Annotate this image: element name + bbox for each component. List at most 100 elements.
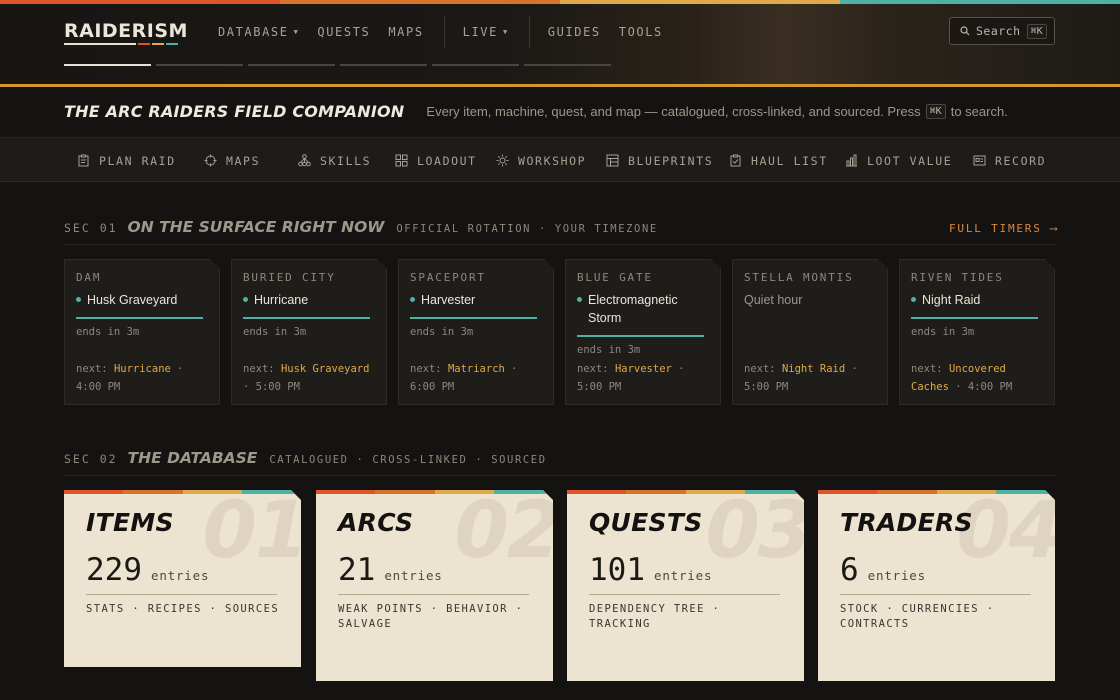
tool-loadout[interactable]: LOADOUT	[395, 138, 477, 183]
gear-sun-icon	[496, 154, 509, 167]
card-title: TRADERS	[840, 508, 973, 537]
status-dot	[76, 297, 81, 302]
tool-record[interactable]: RECORD	[973, 138, 1046, 183]
map-ends: ends in 3m	[410, 326, 474, 338]
nav-guides[interactable]: GUIDES	[548, 25, 601, 39]
card-title: ITEMS	[86, 508, 174, 537]
section-divider	[64, 475, 1055, 476]
next-event[interactable]: Matriarch	[448, 363, 505, 375]
slide-indicator[interactable]	[340, 64, 427, 66]
top-nav: RAIDERISM DATABASE ▼ QUESTS MAPS LIVE ▼ GU…	[64, 14, 681, 50]
hero-slide-indicators	[64, 64, 611, 66]
bar-chart-icon	[846, 154, 857, 167]
tagline-text: Every item, machine, quest, and map — ca…	[426, 103, 921, 119]
card-count: 6 entries	[840, 552, 926, 588]
map-card-dam[interactable]: DAM Husk Graveyard ends in 3m next: Hurr…	[64, 259, 220, 405]
condition-progress-bar	[911, 317, 1038, 319]
full-timers-link[interactable]: FULL TIMERS ⟶	[949, 222, 1059, 235]
nav-live-label: LIVE	[462, 25, 498, 39]
tool-haul-list[interactable]: HAUL LIST	[729, 138, 828, 183]
next-label: next:	[911, 363, 943, 375]
card-watermark: 02	[454, 490, 553, 576]
map-condition: Quiet hour	[744, 291, 876, 309]
card-title: ARCS	[338, 508, 414, 537]
count-value: 21	[338, 552, 376, 588]
next-event[interactable]: Husk Graveyard	[281, 363, 370, 375]
condition-progress-bar	[577, 335, 704, 337]
map-next: next: Harvester · 5:00 PM	[577, 360, 713, 396]
condition-progress-bar	[410, 317, 537, 319]
tool-label: BLUEPRINTS	[628, 153, 714, 168]
section-subtitle: OFFICIAL ROTATION · YOUR TIMEZONE	[396, 223, 658, 235]
section-title: THE DATABASE	[127, 449, 258, 467]
nav-database-label: DATABASE	[217, 25, 289, 39]
slide-indicator[interactable]	[64, 64, 151, 66]
tagline-shortcut: ⌘K	[925, 103, 946, 119]
next-event[interactable]: Night Raid	[782, 363, 845, 375]
map-card-riven-tides[interactable]: RIVEN TIDES Night Raid ends in 3m next: …	[899, 259, 1055, 405]
map-card-stella-montis[interactable]: STELLA MONTIS Quiet hour next: Night Rai…	[732, 259, 888, 405]
nav-maps[interactable]: MAPS	[388, 25, 423, 39]
section-number: SEC 02	[64, 452, 118, 466]
db-card-quests[interactable]: 03 QUESTS 101 entries DEPENDENCY TREE · T…	[567, 490, 804, 681]
next-label: next:	[76, 363, 108, 375]
slide-indicator[interactable]	[432, 64, 519, 66]
tool-blueprints[interactable]: BLUEPRINTS	[606, 138, 713, 183]
count-unit: entries	[151, 568, 210, 583]
logo[interactable]: RAIDERISM	[64, 20, 188, 45]
count-unit: entries	[654, 568, 713, 583]
next-event[interactable]: Hurricane	[114, 363, 171, 375]
nav-tools[interactable]: TOOLS	[619, 25, 663, 39]
status-dot	[243, 297, 248, 302]
count-value: 229	[86, 552, 142, 588]
card-divider	[589, 594, 780, 595]
nav-divider	[528, 16, 530, 48]
map-card-blue-gate[interactable]: BLUE GATE Electromagnetic Storm ends in …	[565, 259, 721, 405]
nav-live[interactable]: LIVE ▼	[463, 25, 509, 39]
slide-indicator[interactable]	[156, 64, 243, 66]
skill-tree-icon	[298, 154, 311, 167]
tool-plan-raid[interactable]: PLAN RAID	[77, 138, 176, 183]
tool-label: HAUL LIST	[751, 153, 828, 168]
db-card-traders[interactable]: 04 TRADERS 6 entries STOCK · CURRENCIES ·…	[818, 490, 1055, 681]
next-label: next:	[744, 363, 776, 375]
card-divider	[86, 594, 277, 595]
db-card-items[interactable]: 01 ITEMS 229 entries STATS · RECIPES · SO…	[64, 490, 301, 667]
crosshair-icon	[204, 154, 217, 167]
checklist-icon	[730, 154, 741, 167]
map-condition-label: Husk Graveyard	[87, 293, 178, 307]
map-next: next: Matriarch · 6:00 PM	[410, 360, 546, 396]
tool-maps[interactable]: MAPS	[204, 138, 260, 183]
map-name: DAM	[76, 271, 102, 284]
map-card-buried-city[interactable]: BURIED CITY Hurricane ends in 3m next: H…	[231, 259, 387, 405]
tool-workshop[interactable]: WORKSHOP	[496, 138, 586, 183]
nav-database[interactable]: DATABASE ▼	[218, 25, 299, 39]
map-condition: Husk Graveyard	[76, 291, 208, 309]
next-time: · 5:00 PM	[243, 381, 300, 393]
search-shortcut: ⌘K	[1026, 23, 1047, 39]
card-count: 21 entries	[338, 552, 443, 588]
card-tags: WEAK POINTS · BEHAVIOR · SALVAGE	[338, 603, 524, 630]
card-watermark: 01	[202, 490, 301, 576]
slide-indicator[interactable]	[248, 64, 335, 66]
logo-text: RAIDERISM	[64, 19, 188, 42]
map-next: next: Night Raid · 5:00 PM	[744, 360, 880, 396]
db-card-arcs[interactable]: 02 ARCS 21 entries WEAK POINTS · BEHAVIOR…	[316, 490, 553, 681]
next-time: · 4:00 PM	[955, 381, 1013, 393]
card-divider	[840, 594, 1031, 595]
tool-label: WORKSHOP	[518, 153, 587, 168]
nav-quests[interactable]: QUESTS	[317, 25, 370, 39]
section-surface-header: SEC 01 ON THE SURFACE RIGHT NOW OFFICIAL…	[64, 218, 658, 236]
next-event[interactable]: Harvester	[615, 363, 672, 375]
nav-divider	[443, 16, 445, 48]
section-number: SEC 01	[64, 221, 118, 235]
tool-loot-value[interactable]: LOOT VALUE	[845, 138, 952, 183]
map-card-spaceport[interactable]: SPACEPORT Harvester ends in 3m next: Mat…	[398, 259, 554, 405]
tool-skills[interactable]: SKILLS	[298, 138, 371, 183]
search-button[interactable]: Search ⌘K	[949, 17, 1055, 45]
section-database-header: SEC 02 THE DATABASE CATALOGUED · CROSS-L…	[64, 449, 547, 467]
tagline-description: Every item, machine, quest, and map — ca…	[426, 103, 1008, 119]
logo-underline	[64, 42, 188, 45]
slide-indicator[interactable]	[524, 64, 611, 66]
map-condition-label: Hurricane	[254, 293, 309, 307]
